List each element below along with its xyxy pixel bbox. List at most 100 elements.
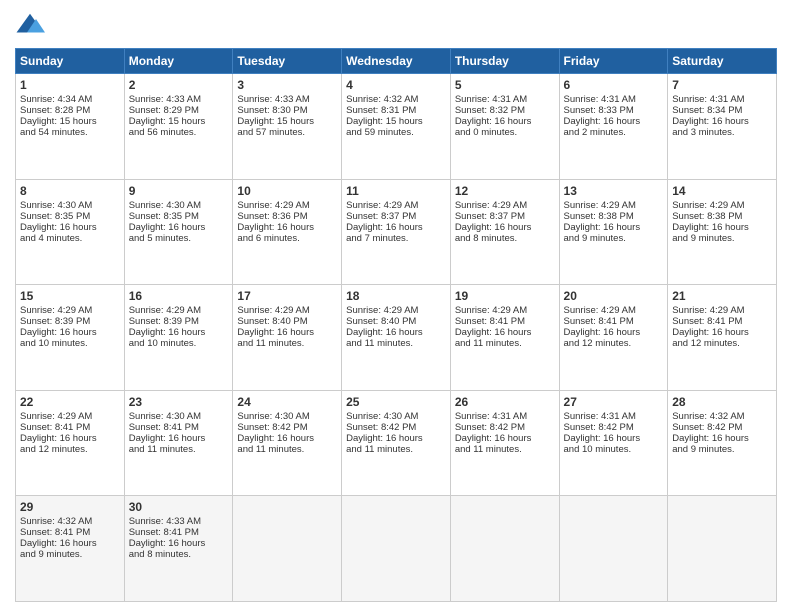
- day-number: 6: [564, 78, 664, 92]
- day-info-line: Daylight: 16 hours: [129, 222, 229, 233]
- day-info-line: Sunset: 8:42 PM: [672, 422, 772, 433]
- day-number: 4: [346, 78, 446, 92]
- day-info-line: Sunset: 8:41 PM: [20, 422, 120, 433]
- day-info-line: Daylight: 16 hours: [129, 327, 229, 338]
- day-number: 7: [672, 78, 772, 92]
- day-info-line: and 8 minutes.: [455, 233, 555, 244]
- day-info-line: Sunrise: 4:31 AM: [564, 411, 664, 422]
- calendar-cell: 4Sunrise: 4:32 AMSunset: 8:31 PMDaylight…: [342, 74, 451, 180]
- day-info-line: Sunset: 8:40 PM: [237, 316, 337, 327]
- page: SundayMondayTuesdayWednesdayThursdayFrid…: [0, 0, 792, 612]
- day-info-line: Sunrise: 4:33 AM: [237, 94, 337, 105]
- calendar-week-2: 8Sunrise: 4:30 AMSunset: 8:35 PMDaylight…: [16, 179, 777, 285]
- day-info-line: Sunrise: 4:31 AM: [672, 94, 772, 105]
- day-info-line: Sunrise: 4:29 AM: [672, 305, 772, 316]
- day-info-line: Sunrise: 4:31 AM: [455, 94, 555, 105]
- day-info-line: Daylight: 16 hours: [346, 327, 446, 338]
- day-info-line: and 12 minutes.: [20, 444, 120, 455]
- day-info-line: and 12 minutes.: [672, 338, 772, 349]
- day-info-line: and 8 minutes.: [129, 549, 229, 560]
- calendar-cell: 22Sunrise: 4:29 AMSunset: 8:41 PMDayligh…: [16, 390, 125, 496]
- calendar-cell: 13Sunrise: 4:29 AMSunset: 8:38 PMDayligh…: [559, 179, 668, 285]
- day-number: 30: [129, 500, 229, 514]
- calendar-cell: 1Sunrise: 4:34 AMSunset: 8:28 PMDaylight…: [16, 74, 125, 180]
- day-number: 10: [237, 184, 337, 198]
- day-info-line: Daylight: 15 hours: [237, 116, 337, 127]
- day-number: 5: [455, 78, 555, 92]
- day-info-line: and 11 minutes.: [455, 444, 555, 455]
- day-info-line: Daylight: 16 hours: [346, 433, 446, 444]
- day-info-line: Daylight: 16 hours: [672, 433, 772, 444]
- day-number: 20: [564, 289, 664, 303]
- day-info-line: Daylight: 16 hours: [455, 327, 555, 338]
- day-info-line: Sunset: 8:33 PM: [564, 105, 664, 116]
- day-number: 12: [455, 184, 555, 198]
- day-info-line: Sunset: 8:41 PM: [564, 316, 664, 327]
- day-number: 11: [346, 184, 446, 198]
- day-info-line: Sunrise: 4:29 AM: [455, 200, 555, 211]
- day-info-line: Sunset: 8:29 PM: [129, 105, 229, 116]
- day-info-line: and 12 minutes.: [564, 338, 664, 349]
- day-info-line: and 3 minutes.: [672, 127, 772, 138]
- day-info-line: Sunrise: 4:31 AM: [564, 94, 664, 105]
- calendar-header-row: SundayMondayTuesdayWednesdayThursdayFrid…: [16, 49, 777, 74]
- day-info-line: Sunset: 8:41 PM: [129, 422, 229, 433]
- day-info-line: Daylight: 15 hours: [346, 116, 446, 127]
- day-info-line: and 57 minutes.: [237, 127, 337, 138]
- day-info-line: Sunset: 8:42 PM: [455, 422, 555, 433]
- logo: [15, 10, 49, 40]
- day-number: 28: [672, 395, 772, 409]
- day-info-line: Sunrise: 4:29 AM: [346, 200, 446, 211]
- day-info-line: Sunset: 8:35 PM: [129, 211, 229, 222]
- day-info-line: Sunset: 8:32 PM: [455, 105, 555, 116]
- day-info-line: Sunset: 8:35 PM: [20, 211, 120, 222]
- day-info-line: Sunset: 8:42 PM: [564, 422, 664, 433]
- day-number: 29: [20, 500, 120, 514]
- calendar-cell: 28Sunrise: 4:32 AMSunset: 8:42 PMDayligh…: [668, 390, 777, 496]
- day-header-thursday: Thursday: [450, 49, 559, 74]
- day-info-line: Daylight: 16 hours: [564, 327, 664, 338]
- calendar-cell: 27Sunrise: 4:31 AMSunset: 8:42 PMDayligh…: [559, 390, 668, 496]
- day-number: 17: [237, 289, 337, 303]
- day-info-line: Sunset: 8:37 PM: [346, 211, 446, 222]
- calendar-week-3: 15Sunrise: 4:29 AMSunset: 8:39 PMDayligh…: [16, 285, 777, 391]
- day-info-line: Sunrise: 4:29 AM: [20, 411, 120, 422]
- day-number: 16: [129, 289, 229, 303]
- day-info-line: Sunset: 8:30 PM: [237, 105, 337, 116]
- calendar-cell: 16 Sunrise: 4:29 AMSunset: 8:39 PMDayligh…: [124, 285, 233, 391]
- day-info-line: Daylight: 16 hours: [20, 222, 120, 233]
- calendar-cell: 20 Sunrise: 4:29 AMSunset: 8:41 PMDayligh…: [559, 285, 668, 391]
- day-info-line: Sunrise: 4:30 AM: [129, 411, 229, 422]
- day-info-line: Daylight: 16 hours: [672, 327, 772, 338]
- day-info-line: and 2 minutes.: [564, 127, 664, 138]
- day-number: 15: [20, 289, 120, 303]
- day-number: 18: [346, 289, 446, 303]
- header: [15, 10, 777, 40]
- day-number: 9: [129, 184, 229, 198]
- day-number: 19: [455, 289, 555, 303]
- day-info-line: Daylight: 15 hours: [20, 116, 120, 127]
- day-header-monday: Monday: [124, 49, 233, 74]
- day-info-line: Daylight: 16 hours: [237, 327, 337, 338]
- day-info-line: Sunset: 8:41 PM: [455, 316, 555, 327]
- calendar-cell: 11 Sunrise: 4:29 AMSunset: 8:37 PMDayligh…: [342, 179, 451, 285]
- day-number: 24: [237, 395, 337, 409]
- day-info-line: Sunrise: 4:29 AM: [564, 305, 664, 316]
- day-number: 22: [20, 395, 120, 409]
- day-info-line: Sunset: 8:42 PM: [346, 422, 446, 433]
- day-info-line: Sunset: 8:39 PM: [129, 316, 229, 327]
- day-info-line: Daylight: 16 hours: [346, 222, 446, 233]
- calendar-cell: 10Sunrise: 4:29 AMSunset: 8:36 PMDayligh…: [233, 179, 342, 285]
- day-info-line: and 5 minutes.: [129, 233, 229, 244]
- day-info-line: and 11 minutes.: [346, 444, 446, 455]
- day-info-line: and 9 minutes.: [564, 233, 664, 244]
- day-info-line: Daylight: 16 hours: [672, 116, 772, 127]
- day-info-line: Sunrise: 4:29 AM: [129, 305, 229, 316]
- day-number: 8: [20, 184, 120, 198]
- calendar-week-4: 22Sunrise: 4:29 AMSunset: 8:41 PMDayligh…: [16, 390, 777, 496]
- calendar-cell: 18Sunrise: 4:29 AMSunset: 8:40 PMDayligh…: [342, 285, 451, 391]
- day-info-line: Daylight: 16 hours: [237, 222, 337, 233]
- day-info-line: Daylight: 16 hours: [129, 538, 229, 549]
- day-info-line: Sunset: 8:39 PM: [20, 316, 120, 327]
- day-info-line: Daylight: 16 hours: [455, 433, 555, 444]
